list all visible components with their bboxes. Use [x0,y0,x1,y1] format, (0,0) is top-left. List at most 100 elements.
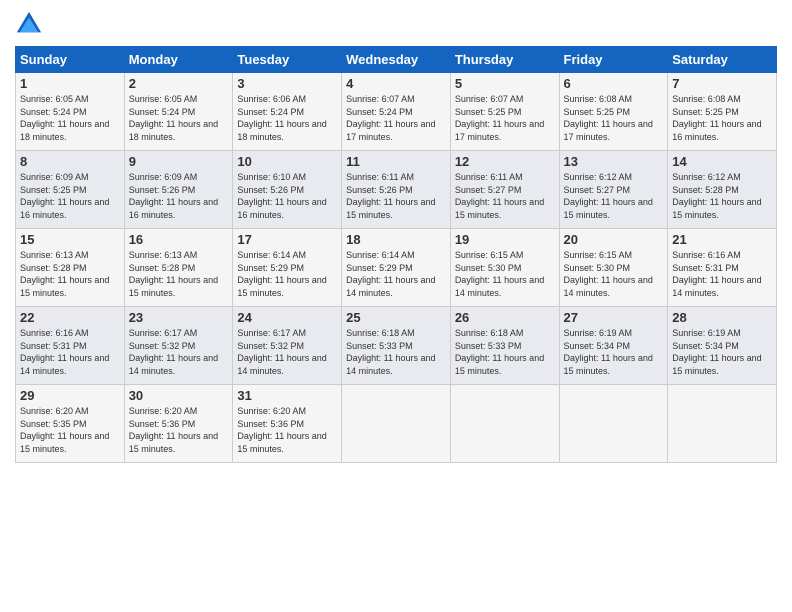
day-number: 4 [346,76,446,91]
day-number: 14 [672,154,772,169]
day-number: 30 [129,388,229,403]
day-info: Sunrise: 6:05 AMSunset: 5:24 PMDaylight:… [129,93,229,143]
day-number: 31 [237,388,337,403]
day-number: 23 [129,310,229,325]
day-info: Sunrise: 6:19 AMSunset: 5:34 PMDaylight:… [564,327,664,377]
day-cell: 20 Sunrise: 6:15 AMSunset: 5:30 PMDayligh… [559,229,668,307]
day-info: Sunrise: 6:20 AMSunset: 5:35 PMDaylight:… [20,405,120,455]
day-cell [342,385,451,463]
day-info: Sunrise: 6:19 AMSunset: 5:34 PMDaylight:… [672,327,772,377]
week-row-1: 1Sunrise: 6:05 AMSunset: 5:24 PMDaylight… [16,73,777,151]
day-number: 18 [346,232,446,247]
day-number: 3 [237,76,337,91]
day-cell: 26 Sunrise: 6:18 AMSunset: 5:33 PMDayligh… [450,307,559,385]
day-cell: 24 Sunrise: 6:17 AMSunset: 5:32 PMDayligh… [233,307,342,385]
day-number: 13 [564,154,664,169]
day-number: 15 [20,232,120,247]
day-cell: 27 Sunrise: 6:19 AMSunset: 5:34 PMDayligh… [559,307,668,385]
day-info: Sunrise: 6:08 AMSunset: 5:25 PMDaylight:… [564,93,664,143]
day-cell: 3 Sunrise: 6:06 AMSunset: 5:24 PMDaylight… [233,73,342,151]
day-info: Sunrise: 6:13 AMSunset: 5:28 PMDaylight:… [20,249,120,299]
day-info: Sunrise: 6:16 AMSunset: 5:31 PMDaylight:… [20,327,120,377]
day-info: Sunrise: 6:07 AMSunset: 5:24 PMDaylight:… [346,93,446,143]
day-info: Sunrise: 6:07 AMSunset: 5:25 PMDaylight:… [455,93,555,143]
logo-icon [15,10,43,38]
day-number: 25 [346,310,446,325]
day-info: Sunrise: 6:12 AMSunset: 5:27 PMDaylight:… [564,171,664,221]
day-cell: 2 Sunrise: 6:05 AMSunset: 5:24 PMDaylight… [124,73,233,151]
day-number: 10 [237,154,337,169]
logo [15,10,47,38]
header [15,10,777,38]
day-number: 12 [455,154,555,169]
day-cell: 21Sunrise: 6:16 AMSunset: 5:31 PMDayligh… [668,229,777,307]
day-info: Sunrise: 6:11 AMSunset: 5:27 PMDaylight:… [455,171,555,221]
week-row-3: 15 Sunrise: 6:13 AMSunset: 5:28 PMDayligh… [16,229,777,307]
day-cell: 28 Sunrise: 6:19 AMSunset: 5:34 PMDayligh… [668,307,777,385]
day-number: 5 [455,76,555,91]
col-header-saturday: Saturday [668,47,777,73]
day-cell: 9Sunrise: 6:09 AMSunset: 5:26 PMDaylight… [124,151,233,229]
day-info: Sunrise: 6:15 AMSunset: 5:30 PMDaylight:… [564,249,664,299]
day-info: Sunrise: 6:06 AMSunset: 5:24 PMDaylight:… [237,93,337,143]
col-header-wednesday: Wednesday [342,47,451,73]
day-cell: 14 Sunrise: 6:12 AMSunset: 5:28 PMDayligh… [668,151,777,229]
day-number: 11 [346,154,446,169]
day-cell: 6 Sunrise: 6:08 AMSunset: 5:25 PMDaylight… [559,73,668,151]
calendar-table: SundayMondayTuesdayWednesdayThursdayFrid… [15,46,777,463]
day-info: Sunrise: 6:12 AMSunset: 5:28 PMDaylight:… [672,171,772,221]
day-cell: 25 Sunrise: 6:18 AMSunset: 5:33 PMDayligh… [342,307,451,385]
day-info: Sunrise: 6:20 AMSunset: 5:36 PMDaylight:… [237,405,337,455]
day-number: 21 [672,232,772,247]
week-row-5: 29 Sunrise: 6:20 AMSunset: 5:35 PMDayligh… [16,385,777,463]
day-cell: 10 Sunrise: 6:10 AMSunset: 5:26 PMDayligh… [233,151,342,229]
day-cell: 31 Sunrise: 6:20 AMSunset: 5:36 PMDayligh… [233,385,342,463]
day-number: 17 [237,232,337,247]
col-header-sunday: Sunday [16,47,125,73]
day-cell: 13 Sunrise: 6:12 AMSunset: 5:27 PMDayligh… [559,151,668,229]
day-cell: 7Sunrise: 6:08 AMSunset: 5:25 PMDaylight… [668,73,777,151]
col-header-monday: Monday [124,47,233,73]
day-number: 24 [237,310,337,325]
day-cell: 23 Sunrise: 6:17 AMSunset: 5:32 PMDayligh… [124,307,233,385]
day-cell: 11 Sunrise: 6:11 AMSunset: 5:26 PMDayligh… [342,151,451,229]
day-cell: 16 Sunrise: 6:13 AMSunset: 5:28 PMDayligh… [124,229,233,307]
week-row-4: 22 Sunrise: 6:16 AMSunset: 5:31 PMDayligh… [16,307,777,385]
day-cell: 8Sunrise: 6:09 AMSunset: 5:25 PMDaylight… [16,151,125,229]
day-info: Sunrise: 6:10 AMSunset: 5:26 PMDaylight:… [237,171,337,221]
col-header-friday: Friday [559,47,668,73]
day-cell [559,385,668,463]
day-cell: 5 Sunrise: 6:07 AMSunset: 5:25 PMDaylight… [450,73,559,151]
day-number: 2 [129,76,229,91]
day-number: 19 [455,232,555,247]
day-number: 22 [20,310,120,325]
day-info: Sunrise: 6:20 AMSunset: 5:36 PMDaylight:… [129,405,229,455]
day-info: Sunrise: 6:08 AMSunset: 5:25 PMDaylight:… [672,93,772,143]
day-number: 20 [564,232,664,247]
day-info: Sunrise: 6:14 AMSunset: 5:29 PMDaylight:… [237,249,337,299]
day-number: 29 [20,388,120,403]
day-cell: 17 Sunrise: 6:14 AMSunset: 5:29 PMDayligh… [233,229,342,307]
day-info: Sunrise: 6:15 AMSunset: 5:30 PMDaylight:… [455,249,555,299]
col-header-tuesday: Tuesday [233,47,342,73]
day-number: 26 [455,310,555,325]
day-info: Sunrise: 6:18 AMSunset: 5:33 PMDaylight:… [455,327,555,377]
day-number: 9 [129,154,229,169]
day-number: 6 [564,76,664,91]
day-number: 16 [129,232,229,247]
day-info: Sunrise: 6:05 AMSunset: 5:24 PMDaylight:… [20,93,120,143]
day-info: Sunrise: 6:17 AMSunset: 5:32 PMDaylight:… [129,327,229,377]
day-cell: 30 Sunrise: 6:20 AMSunset: 5:36 PMDayligh… [124,385,233,463]
day-info: Sunrise: 6:18 AMSunset: 5:33 PMDaylight:… [346,327,446,377]
day-cell [668,385,777,463]
day-cell: 4 Sunrise: 6:07 AMSunset: 5:24 PMDaylight… [342,73,451,151]
col-header-thursday: Thursday [450,47,559,73]
day-info: Sunrise: 6:17 AMSunset: 5:32 PMDaylight:… [237,327,337,377]
day-info: Sunrise: 6:11 AMSunset: 5:26 PMDaylight:… [346,171,446,221]
day-cell: 15 Sunrise: 6:13 AMSunset: 5:28 PMDayligh… [16,229,125,307]
day-info: Sunrise: 6:09 AMSunset: 5:25 PMDaylight:… [20,171,120,221]
day-info: Sunrise: 6:13 AMSunset: 5:28 PMDaylight:… [129,249,229,299]
day-cell: 29 Sunrise: 6:20 AMSunset: 5:35 PMDayligh… [16,385,125,463]
day-number: 28 [672,310,772,325]
day-number: 27 [564,310,664,325]
